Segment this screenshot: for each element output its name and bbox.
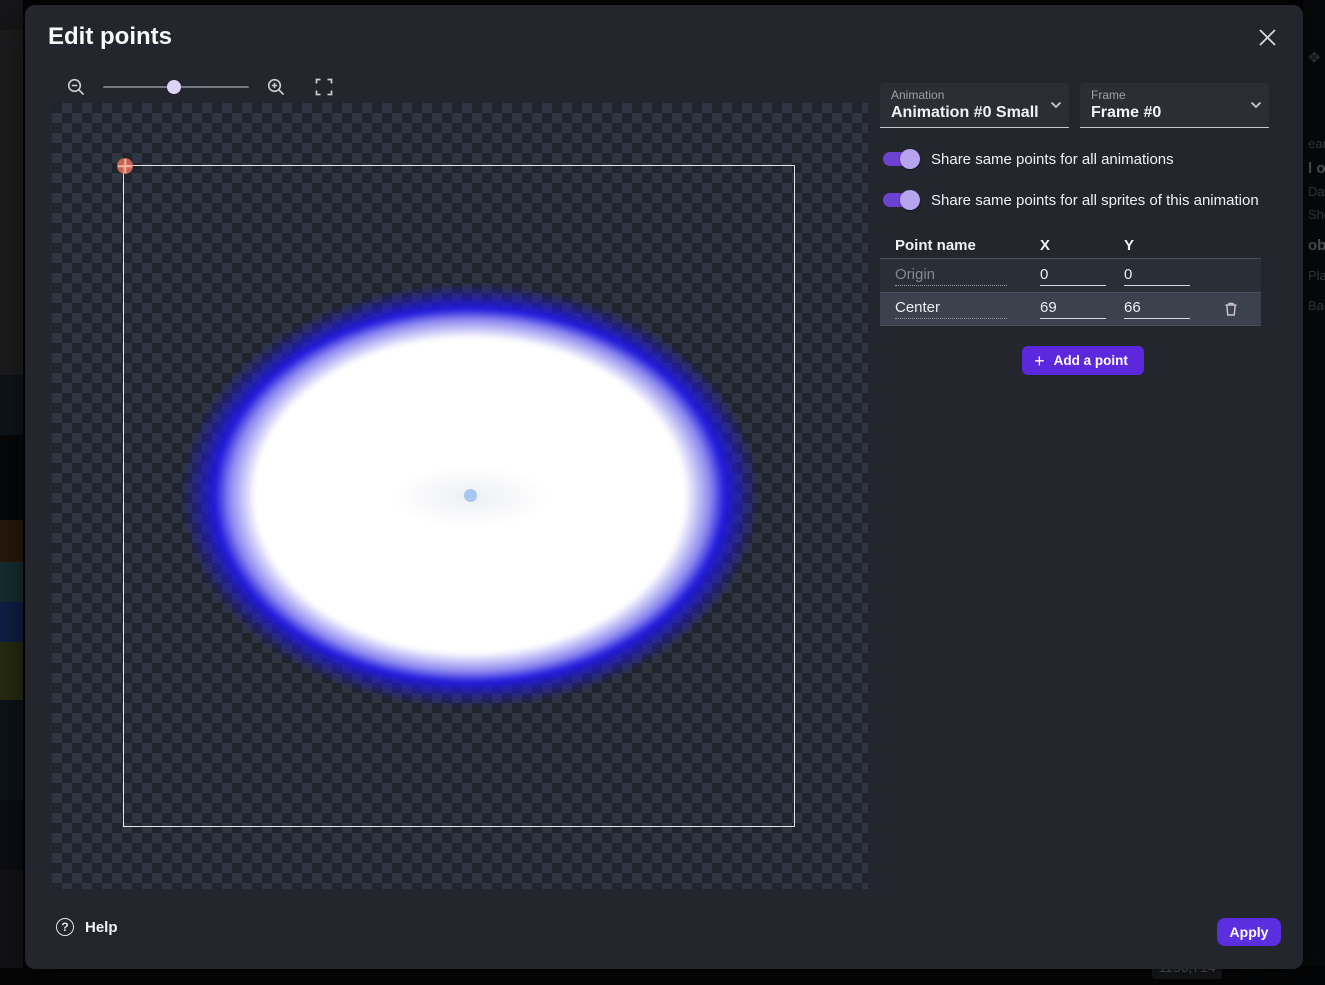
zoom-slider-thumb[interactable] [167,80,181,94]
origin-point-handle[interactable] [117,158,133,174]
chevron-down-icon [1249,98,1263,117]
zoom-out-icon[interactable] [63,74,89,100]
header-point-name: Point name [880,237,1040,254]
trash-icon[interactable] [1218,296,1244,322]
frame-select[interactable]: Frame Frame #0 [1080,83,1269,128]
toggle-label: Share same points for all animations [931,151,1174,168]
center-point-handle[interactable] [464,489,477,502]
help-button[interactable]: ? Help [56,918,118,936]
help-label: Help [85,919,118,936]
table-row-center[interactable] [880,292,1261,326]
origin-x-input[interactable] [1040,266,1106,286]
center-y-input[interactable] [1124,299,1190,319]
origin-y-input[interactable] [1124,266,1190,286]
dialog-title: Edit points [48,23,172,51]
zoom-in-icon[interactable] [263,74,289,100]
frame-select-label: Frame [1091,88,1126,102]
zoom-toolbar [63,73,337,101]
share-all-sprites-toggle[interactable] [883,193,917,207]
toggle-share-points-all-animations: Share same points for all animations [880,149,1286,169]
toggle-label: Share same points for all sprites of thi… [931,192,1259,209]
sprite-points-canvas[interactable] [52,103,868,889]
header-y: Y [1124,237,1208,254]
origin-name-input[interactable] [895,266,1007,286]
animation-select-label: Animation [891,88,944,102]
fit-to-content-icon[interactable] [311,74,337,100]
animation-select-value: Animation #0 Small S [891,104,1043,122]
chevron-down-icon [1049,98,1063,117]
add-point-button[interactable]: + Add a point [1022,346,1144,375]
share-all-animations-toggle[interactable] [883,152,917,166]
zoom-slider[interactable] [103,74,249,100]
points-settings-panel: Animation Animation #0 Small S Frame Fra… [880,83,1286,375]
add-point-label: Add a point [1054,353,1128,368]
toggle-share-points-all-sprites: Share same points for all sprites of thi… [880,190,1286,210]
center-name-input[interactable] [895,299,1007,319]
apply-button[interactable]: Apply [1217,918,1281,946]
header-x: X [1040,237,1124,254]
plus-icon: + [1034,352,1045,370]
points-table-header: Point name X Y [880,232,1261,258]
close-icon[interactable] [1253,23,1281,51]
center-x-input[interactable] [1040,299,1106,319]
table-row-origin[interactable] [880,258,1261,292]
edit-points-dialog: Edit points [25,5,1303,969]
help-icon: ? [56,918,74,936]
sprite-bounding-box [123,165,795,827]
points-table: Point name X Y [880,232,1261,326]
frame-select-value: Frame #0 [1091,104,1243,122]
animation-select[interactable]: Animation Animation #0 Small S [880,83,1069,128]
